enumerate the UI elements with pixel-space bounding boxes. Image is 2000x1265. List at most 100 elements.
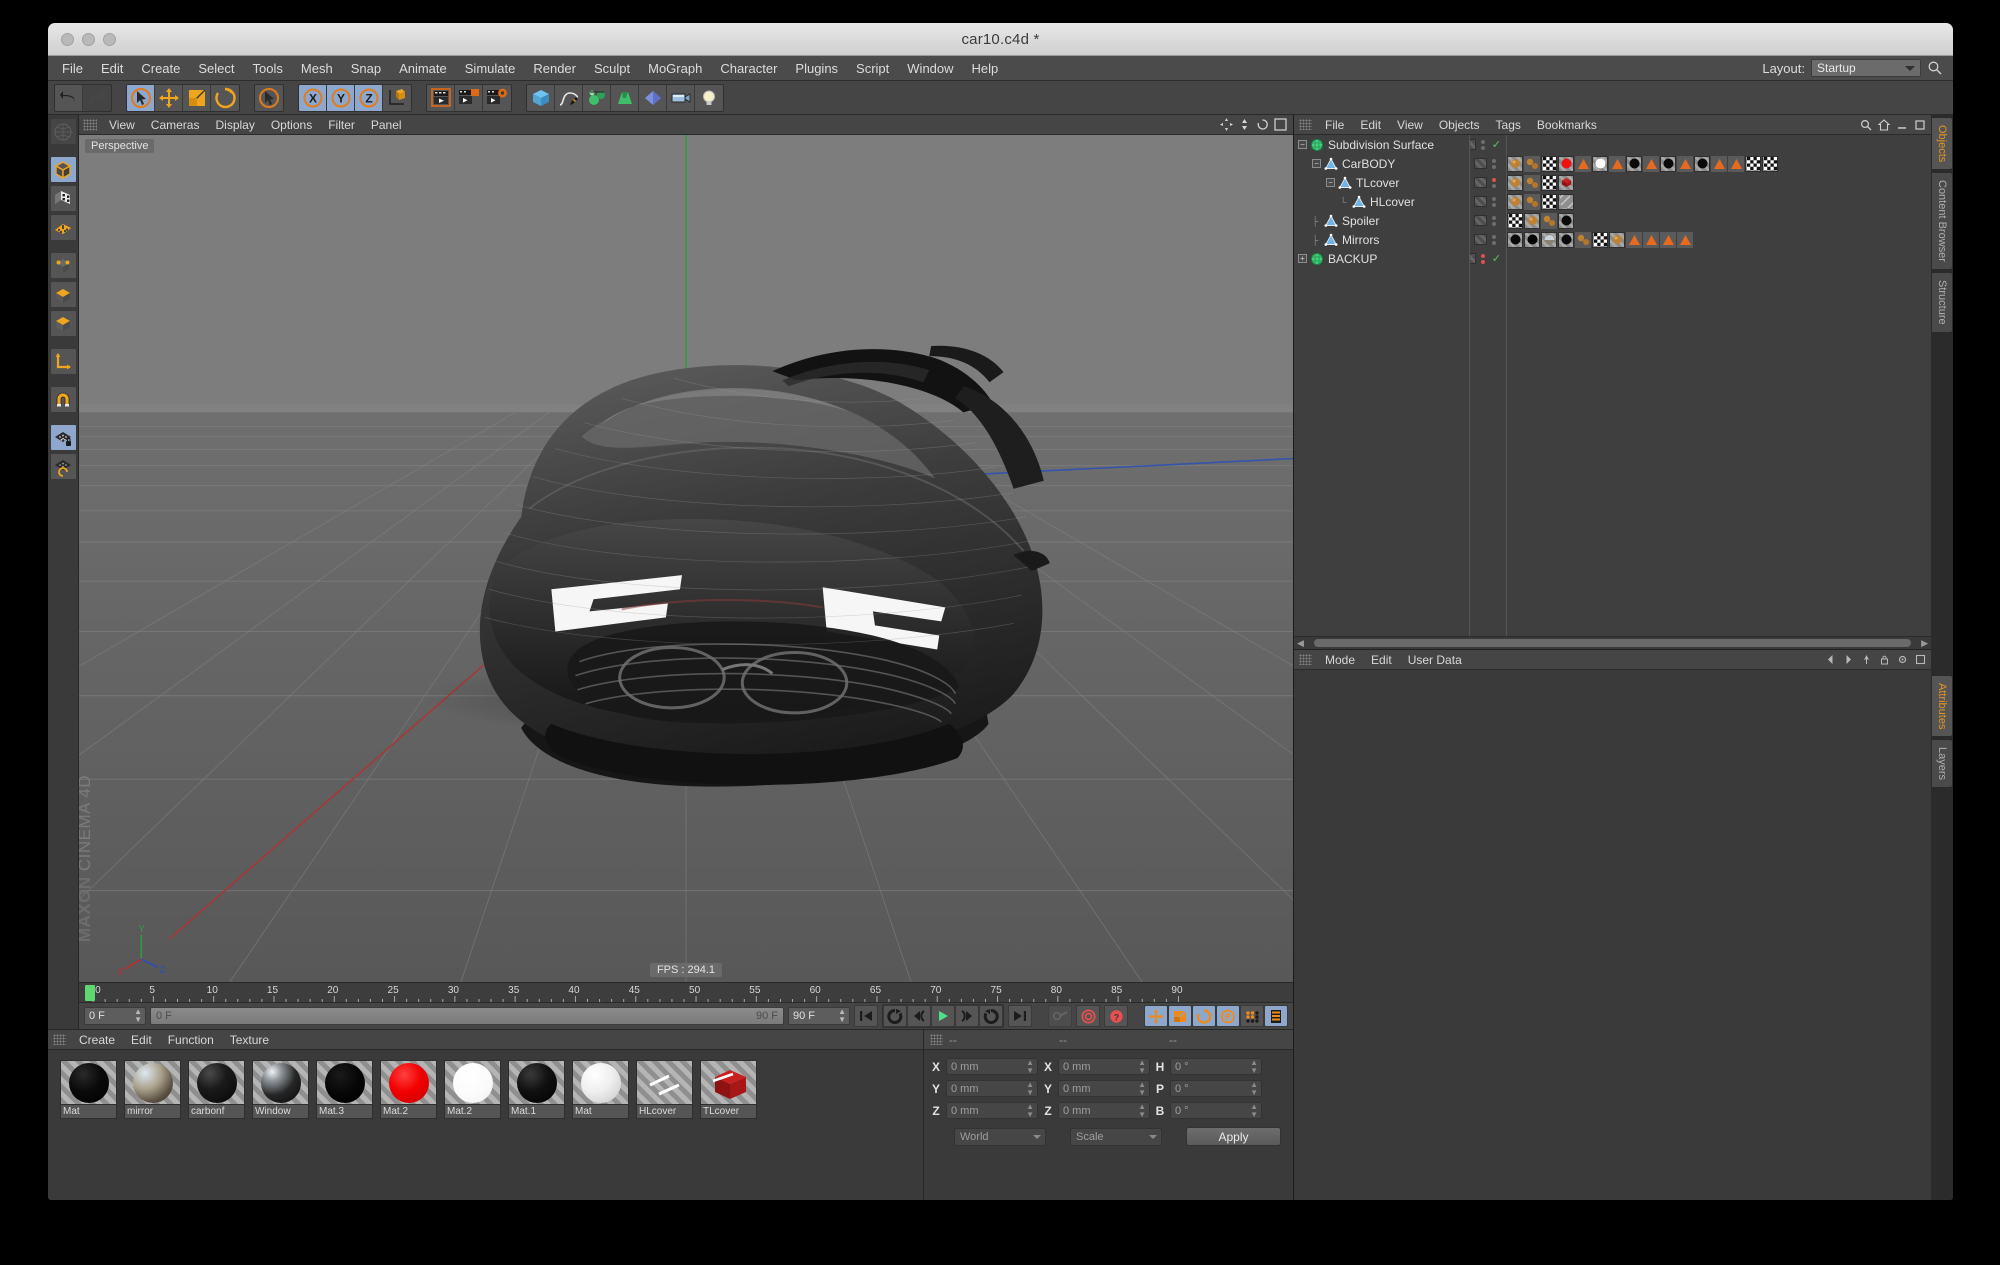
menu-mesh[interactable]: Mesh xyxy=(292,56,342,81)
pla-key-button[interactable] xyxy=(1240,1005,1264,1028)
material-menu-function[interactable]: Function xyxy=(160,1030,222,1050)
menu-plugins[interactable]: Plugins xyxy=(786,56,847,81)
timeline-playhead[interactable] xyxy=(85,985,95,1002)
tag-checker-material[interactable] xyxy=(1541,174,1557,191)
material-item[interactable]: mirror xyxy=(124,1060,181,1120)
tab-content-browser[interactable]: Content Browser xyxy=(1931,172,1953,271)
scroll-left-icon[interactable]: ◀ xyxy=(1297,638,1304,649)
add-generator-button[interactable] xyxy=(583,84,611,111)
material-preview[interactable] xyxy=(508,1060,565,1106)
visibility-dots[interactable] xyxy=(1492,177,1496,188)
add-spline-button[interactable] xyxy=(555,84,583,111)
tag-checker-material[interactable] xyxy=(1541,193,1557,210)
tag-material-brown[interactable] xyxy=(1609,231,1625,248)
object-tree-hscrollbar[interactable]: ◀ ▶ xyxy=(1294,636,1931,649)
object-flags[interactable]: ✓ xyxy=(1469,138,1501,151)
material-preview[interactable] xyxy=(700,1060,757,1106)
material-item[interactable]: HLcover xyxy=(636,1060,693,1120)
panel-grip-icon[interactable] xyxy=(53,1034,66,1046)
tag-checker-material[interactable] xyxy=(1745,155,1761,172)
size-x-field[interactable]: 0 mm ▲ ▼ xyxy=(1058,1058,1150,1076)
live-selection-button[interactable] xyxy=(127,84,155,111)
tag-white-material[interactable] xyxy=(1592,155,1608,172)
search-icon[interactable] xyxy=(1860,119,1872,131)
go-to-end-button[interactable] xyxy=(1008,1005,1032,1028)
add-cube-button[interactable] xyxy=(527,84,555,111)
object-menu-tags[interactable]: Tags xyxy=(1488,115,1529,135)
material-menu-edit[interactable]: Edit xyxy=(123,1030,160,1050)
material-preview[interactable] xyxy=(60,1060,117,1106)
tag-checker-material[interactable] xyxy=(1762,155,1778,172)
rotation-h-field[interactable]: 0 ° ▲ ▼ xyxy=(1170,1058,1262,1076)
material-preview[interactable] xyxy=(252,1060,309,1106)
pin-icon[interactable] xyxy=(1861,654,1872,665)
stepper-icon[interactable]: ▲ ▼ xyxy=(1026,1058,1034,1075)
attributes-menu-mode[interactable]: Mode xyxy=(1317,650,1363,670)
frame-range-slider[interactable]: 0 F 90 F xyxy=(150,1007,784,1026)
attributes-menu-edit[interactable]: Edit xyxy=(1363,650,1400,670)
add-environment-button[interactable] xyxy=(639,84,667,111)
visibility-dots[interactable] xyxy=(1480,253,1485,264)
maximize-icon[interactable] xyxy=(1914,119,1926,131)
tag-black-material[interactable] xyxy=(1694,155,1710,172)
lock-y-axis-button[interactable]: Y xyxy=(327,84,355,111)
object-tree[interactable]: − Subdivision Surface ✓ − CarBODY − TLco… xyxy=(1294,135,1931,636)
object-flags[interactable]: ✓ xyxy=(1469,252,1501,265)
expand-toggle-icon[interactable]: − xyxy=(1298,140,1307,149)
enabled-check-icon[interactable]: ✓ xyxy=(1492,138,1501,151)
visibility-dots[interactable] xyxy=(1492,158,1496,169)
menu-animate[interactable]: Animate xyxy=(390,56,456,81)
previous-key-button[interactable] xyxy=(883,1005,907,1028)
menu-window[interactable]: Window xyxy=(898,56,962,81)
stepper-icon[interactable]: ▲ ▼ xyxy=(1250,1080,1258,1097)
record-active-button[interactable] xyxy=(1076,1005,1100,1028)
tag-orange-triangle[interactable] xyxy=(1643,155,1659,172)
expand-toggle-icon[interactable]: − xyxy=(1312,159,1321,168)
viewport-menu-cameras[interactable]: Cameras xyxy=(143,115,208,135)
add-camera-button[interactable] xyxy=(667,84,695,111)
maximize-view-icon[interactable] xyxy=(1274,118,1287,131)
minimize-icon[interactable] xyxy=(1896,119,1908,131)
viewport-menu-filter[interactable]: Filter xyxy=(320,115,363,135)
size-z-field[interactable]: 0 mm ▲ ▼ xyxy=(1058,1102,1150,1120)
tag-checker-material[interactable] xyxy=(1507,212,1523,229)
timeline-button[interactable] xyxy=(1264,1005,1288,1028)
render-view-button[interactable] xyxy=(427,84,455,111)
scroll-thumb[interactable] xyxy=(1313,639,1912,647)
tag-black-material[interactable] xyxy=(1660,155,1676,172)
tag-black-material[interactable] xyxy=(1558,231,1574,248)
tab-layers[interactable]: Layers xyxy=(1931,739,1953,789)
menu-edit[interactable]: Edit xyxy=(92,56,132,81)
tag-orange-triangle[interactable] xyxy=(1626,231,1642,248)
menu-file[interactable]: File xyxy=(53,56,92,81)
menu-snap[interactable]: Snap xyxy=(342,56,390,81)
tag-material-spheres[interactable] xyxy=(1541,212,1557,229)
tag-orange-triangle[interactable] xyxy=(1711,155,1727,172)
material-preview[interactable] xyxy=(636,1060,693,1106)
size-mode-select[interactable]: Scale xyxy=(1070,1127,1162,1146)
tag-black-material[interactable] xyxy=(1524,231,1540,248)
forward-icon[interactable] xyxy=(1843,654,1854,665)
stepper-icon[interactable]: ▲ ▼ xyxy=(134,1008,142,1024)
expand-toggle-icon[interactable]: + xyxy=(1298,254,1307,263)
tag-orange-triangle[interactable] xyxy=(1677,231,1693,248)
tag-hatched-material[interactable] xyxy=(1558,193,1574,210)
tag-material-brown[interactable] xyxy=(1524,212,1540,229)
stepper-icon[interactable]: ▲ ▼ xyxy=(1250,1102,1258,1119)
layer-swatch[interactable] xyxy=(1469,253,1476,264)
tag-material-brown[interactable] xyxy=(1507,174,1523,191)
material-preview[interactable] xyxy=(188,1060,245,1106)
layer-swatch[interactable] xyxy=(1474,196,1487,207)
coordinate-system-select[interactable]: World xyxy=(954,1127,1046,1146)
object-menu-view[interactable]: View xyxy=(1389,115,1431,135)
tag-orange-triangle[interactable] xyxy=(1728,155,1744,172)
stepper-icon[interactable]: ▲ ▼ xyxy=(1026,1080,1034,1097)
layer-swatch[interactable] xyxy=(1474,234,1487,245)
render-region-button[interactable] xyxy=(455,84,483,111)
tag-red-cube-material[interactable] xyxy=(1558,174,1574,191)
panel-grip-icon[interactable] xyxy=(1299,654,1312,665)
tab-structure[interactable]: Structure xyxy=(1931,272,1953,333)
object-flags[interactable] xyxy=(1469,177,1501,188)
object-flags[interactable] xyxy=(1469,158,1501,169)
pan-icon[interactable] xyxy=(1220,118,1233,131)
